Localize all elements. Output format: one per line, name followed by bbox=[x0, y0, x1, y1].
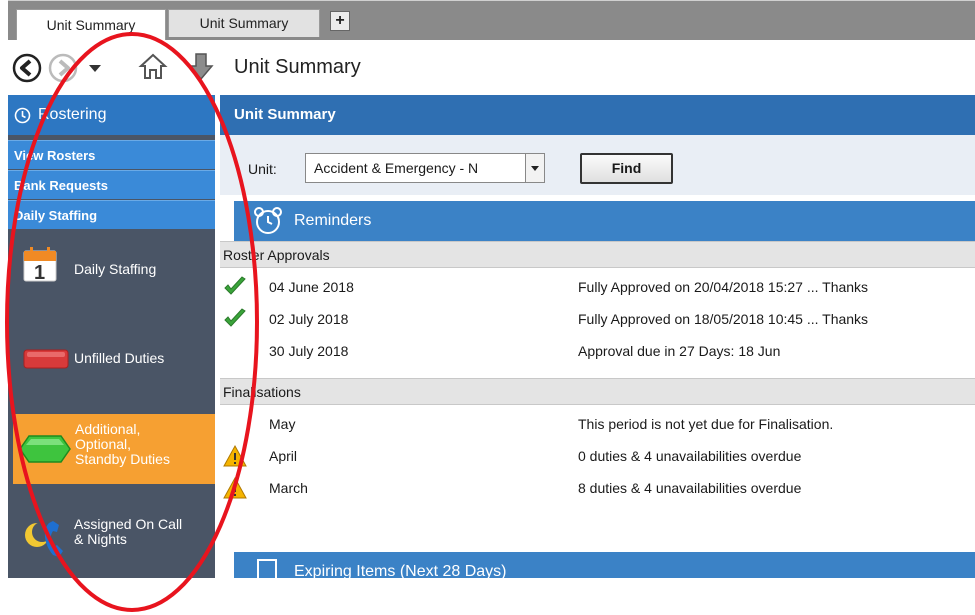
unit-select-value: Accident & Emergency - N bbox=[314, 160, 479, 176]
main-header: Unit Summary bbox=[220, 95, 975, 135]
sidebar-item-label-line-2: & Nights bbox=[74, 531, 127, 547]
sidebar-item-unfilled-duties[interactable]: Unfilled Duties bbox=[13, 320, 215, 402]
table-row[interactable]: April 0 duties & 4 unavailabilities over… bbox=[220, 440, 975, 472]
sidebar: Rostering View Rosters Bank Requests Dai… bbox=[8, 95, 215, 578]
sidebar-item-label-line-2: Optional, bbox=[75, 436, 132, 452]
sidebar-item-daily-staffing[interactable]: 1 Daily Staffing bbox=[13, 232, 215, 314]
red-bar-icon bbox=[23, 349, 69, 369]
back-icon[interactable] bbox=[12, 53, 42, 83]
tab-unit-summary[interactable]: Unit Summary bbox=[168, 9, 320, 37]
sidebar-link-daily-staffing[interactable]: Daily Staffing bbox=[8, 200, 215, 229]
finalisation-period: May bbox=[269, 416, 296, 432]
roster-period: 02 July 2018 bbox=[269, 311, 349, 327]
alarm-clock-icon bbox=[254, 207, 282, 234]
download-arrow-icon[interactable] bbox=[188, 52, 214, 82]
finalisations-heading: Finalisations bbox=[220, 378, 975, 405]
sidebar-item-label-line-1: Additional, bbox=[75, 421, 141, 437]
table-row[interactable]: 04 June 2018 Fully Approved on 20/04/201… bbox=[220, 271, 975, 303]
document-icon bbox=[257, 559, 277, 578]
finalisation-period: March bbox=[269, 480, 308, 496]
roster-period: 04 June 2018 bbox=[269, 279, 354, 295]
unit-select[interactable]: Accident & Emergency - N bbox=[305, 153, 545, 183]
home-icon[interactable] bbox=[138, 51, 168, 81]
chevron-down-icon[interactable] bbox=[525, 154, 544, 182]
finalisation-status: 0 duties & 4 unavailabilities overdue bbox=[578, 448, 802, 464]
add-tab-button[interactable]: + bbox=[330, 11, 350, 31]
table-row[interactable]: May This period is not yet due for Final… bbox=[220, 408, 975, 440]
table-row[interactable]: 02 July 2018 Fully Approved on 18/05/201… bbox=[220, 303, 975, 335]
reminders-title: Reminders bbox=[294, 212, 372, 229]
clock-icon bbox=[14, 107, 31, 124]
tab-strip: Unit Summary Unit Summary + bbox=[8, 0, 975, 41]
forward-icon[interactable] bbox=[48, 53, 78, 83]
app-window: Unit Summary Unit Summary + Unit Summary bbox=[8, 0, 975, 578]
sidebar-link-bank-requests[interactable]: Bank Requests bbox=[8, 170, 215, 199]
moon-phone-icon bbox=[25, 521, 63, 557]
sidebar-header-rostering[interactable]: Rostering bbox=[8, 95, 215, 135]
sidebar-header-label: Rostering bbox=[38, 106, 107, 123]
page-title: Unit Summary bbox=[234, 56, 361, 78]
warning-icon bbox=[223, 476, 247, 499]
table-row[interactable]: March 8 duties & 4 unavailabilities over… bbox=[220, 472, 975, 504]
sidebar-link-view-rosters[interactable]: View Rosters bbox=[8, 140, 215, 169]
sidebar-item-assigned-on-call[interactable]: Assigned On Call & Nights bbox=[13, 487, 215, 569]
filter-bar: Unit: Accident & Emergency - N Find bbox=[220, 135, 975, 195]
roster-status: Fully Approved on 20/04/2018 15:27 ... T… bbox=[578, 279, 869, 295]
roster-status: Approval due in 27 Days: 18 Jun bbox=[578, 343, 781, 359]
roster-status: Fully Approved on 18/05/2018 10:45 ... T… bbox=[578, 311, 869, 327]
tab-unit-summary-active[interactable]: Unit Summary bbox=[16, 9, 166, 41]
calendar-day: 1 bbox=[34, 262, 46, 284]
navigation-bar: Unit Summary bbox=[8, 40, 975, 95]
sidebar-item-label-line-3: Standby Duties bbox=[75, 451, 170, 467]
roster-period: 30 July 2018 bbox=[269, 343, 349, 359]
green-check-icon bbox=[224, 308, 246, 327]
main-content: Unit Summary Unit: Accident & Emergency … bbox=[220, 95, 975, 578]
warning-icon bbox=[223, 444, 247, 467]
finalisation-status: 8 duties & 4 unavailabilities overdue bbox=[578, 480, 802, 496]
sidebar-item-additional-duties[interactable]: Additional, Optional, Standby Duties bbox=[13, 414, 215, 484]
expiring-items-panel-header[interactable]: Expiring Items (Next 28 Days) bbox=[234, 552, 975, 578]
finalisation-status: This period is not yet due for Finalisat… bbox=[578, 416, 834, 432]
sidebar-item-label-line-1: Assigned On Call bbox=[74, 516, 183, 532]
sidebar-item-label: Unfilled Duties bbox=[74, 350, 165, 366]
expiring-items-title: Expiring Items (Next 28 Days) bbox=[294, 563, 507, 578]
table-row[interactable]: 30 July 2018 Approval due in 27 Days: 18… bbox=[220, 335, 975, 367]
roster-approvals-heading: Roster Approvals bbox=[220, 241, 975, 268]
finalisation-period: April bbox=[269, 448, 298, 464]
reminders-panel-header[interactable]: Reminders bbox=[234, 201, 975, 241]
reminders-body: Roster Approvals 04 June 2018 Fully Appr… bbox=[220, 241, 975, 521]
find-button[interactable]: Find bbox=[580, 153, 673, 184]
green-check-icon bbox=[224, 276, 246, 295]
green-hexagon-icon bbox=[19, 435, 71, 463]
history-dropdown-icon[interactable] bbox=[88, 64, 102, 74]
sidebar-item-label: Daily Staffing bbox=[74, 261, 157, 277]
unit-label: Unit: bbox=[248, 161, 277, 177]
